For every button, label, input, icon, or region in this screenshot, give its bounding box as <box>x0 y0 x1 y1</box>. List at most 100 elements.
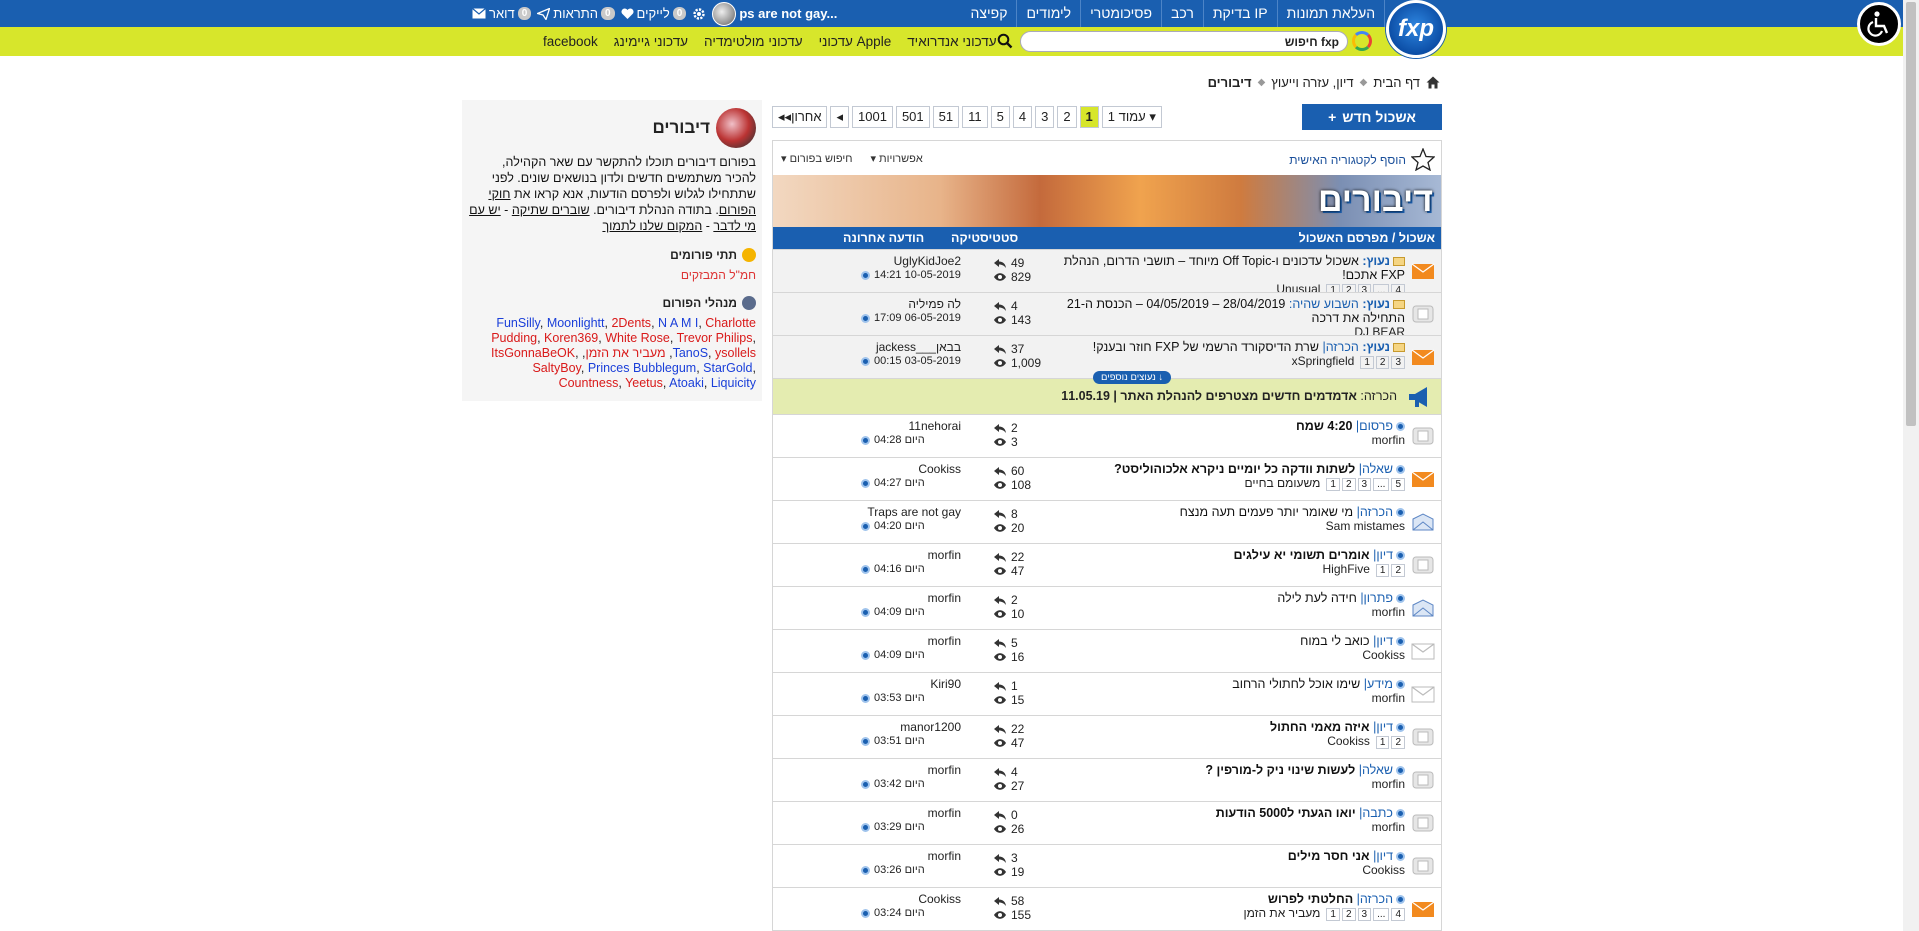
moderator-link[interactable]: Liquicity <box>711 376 756 390</box>
go-to-post-icon[interactable] <box>861 564 870 574</box>
pager-page[interactable]: 501 <box>895 106 930 128</box>
go-to-post-icon[interactable] <box>861 356 870 366</box>
thread-page-link[interactable]: 2 <box>1375 356 1390 369</box>
update-link[interactable]: עדכוני אנדרואיד <box>907 34 996 49</box>
pager-page[interactable]: 51 <box>932 106 960 128</box>
sticky-thread-row[interactable]: נעוץ: אשכול עדכונים ו-Off Topic מיוחד – … <box>773 249 1441 297</box>
support-place-link[interactable]: המקום שלנו לתמוך <box>602 219 702 233</box>
update-link[interactable]: עדכוני Apple <box>819 34 892 49</box>
thread-page-link[interactable]: ... <box>1373 478 1390 491</box>
thread-row[interactable]: כתבה| יואו הגעתי ל5000 הודעות morfin 0 26 mo… <box>773 801 1441 844</box>
moderator-link[interactable]: Trevor Philips <box>677 331 753 345</box>
announcement-title[interactable]: אדמדמים חדשים מצטרפים להנהלת האתר | 11.0… <box>1061 389 1357 403</box>
moderator-link[interactable]: 2Dents <box>611 316 651 330</box>
thread-title[interactable]: אני חסר מילים <box>1288 849 1370 863</box>
column-last-post[interactable]: הודעה אחרונה <box>843 231 924 245</box>
go-to-post-icon[interactable] <box>861 478 870 488</box>
go-to-post-icon[interactable] <box>861 908 870 918</box>
moderator-link[interactable]: Yeetus <box>625 376 663 390</box>
pager-page[interactable]: 3 <box>1035 106 1055 128</box>
thread-page-link[interactable]: 1 <box>1326 908 1340 921</box>
thread-author[interactable]: morfin <box>1372 605 1405 619</box>
nav-item[interactable]: העלאת תמונות <box>1276 0 1384 27</box>
thread-title[interactable]: 4:20 שמח <box>1296 419 1352 433</box>
options-dropdown[interactable]: ▾ אפשרויות <box>870 152 922 165</box>
thread-author[interactable]: HighFive <box>1323 562 1370 576</box>
thread-row[interactable]: דיון| כואב לי במוח Cookiss 5 16 morfin היום 0… <box>773 629 1441 672</box>
go-to-post-icon[interactable] <box>861 607 870 617</box>
moderator-link[interactable]: ItsGonnaBeOK <box>491 346 575 360</box>
thread-title[interactable]: יואו הגעתי ל5000 הודעות <box>1216 806 1356 820</box>
page-scrollbar[interactable] <box>1903 0 1919 931</box>
go-to-post-icon[interactable] <box>861 779 870 789</box>
update-link[interactable]: עדכוני מולטימדיה <box>704 34 803 49</box>
pager-page[interactable]: 2 <box>1057 106 1077 128</box>
thread-author[interactable]: Sam mistames <box>1326 519 1405 533</box>
thread-author[interactable]: Cookiss <box>1362 863 1405 877</box>
thread-page-link[interactable]: 1 <box>1375 736 1390 749</box>
thread-title[interactable]: החלטתי לפרוש <box>1268 892 1353 906</box>
home-icon[interactable] <box>1426 76 1440 89</box>
breaking-silence-link[interactable]: שוברים שתיקה <box>512 203 590 217</box>
thread-row[interactable]: דיון| איזה מאמי החתול 1 2 Cookiss 22 47 manor1… <box>773 715 1441 758</box>
column-thread[interactable]: אשכול / מפרסם האשכול <box>1299 231 1435 245</box>
thread-row[interactable]: פתרון| חידה לעת לילה morfin 2 10 morfin היום … <box>773 586 1441 629</box>
moderator-link[interactable]: TanoS <box>673 346 708 360</box>
pager-last[interactable]: ◂◂אחרון <box>772 106 828 128</box>
go-to-post-icon[interactable] <box>861 822 870 832</box>
moderator-link[interactable]: ysollels <box>715 346 756 360</box>
thread-title[interactable]: איזה מאמי החתול <box>1270 720 1370 734</box>
moderator-link[interactable]: FunSilly <box>496 316 540 330</box>
column-stats[interactable]: סטטיסטיקה <box>951 231 1018 245</box>
last-post-user[interactable]: Cookiss <box>861 462 961 476</box>
last-post-user[interactable]: Kiri90 <box>861 677 961 691</box>
pager-page[interactable]: 1 <box>1079 106 1099 128</box>
thread-title[interactable]: שימו אוכל לחתולי הרחוב <box>1232 677 1360 691</box>
last-post-user[interactable]: morfin <box>861 849 961 863</box>
last-post-user[interactable]: morfin <box>861 548 961 562</box>
thread-page-link[interactable]: 1 <box>1375 564 1390 577</box>
thread-page-link[interactable]: 2 <box>1391 736 1405 749</box>
moderator-link[interactable]: Atoaki <box>669 376 704 390</box>
last-post-user[interactable]: Traps are not gay <box>861 505 961 519</box>
accessibility-button[interactable] <box>1857 2 1901 46</box>
nav-item[interactable]: קפיצה <box>962 0 1017 27</box>
last-post-user[interactable]: morfin <box>861 806 961 820</box>
go-to-post-icon[interactable] <box>861 650 870 660</box>
nav-item[interactable]: בדיקת IP <box>1202 0 1277 27</box>
thread-title[interactable]: שרת הדיסקורד הרשמי של FXP חוזר ובענק! <box>1093 340 1319 354</box>
subforum-link[interactable]: חמ"ל המבזקים <box>468 268 756 282</box>
thread-row[interactable]: הכרזה| החלטתי לפרוש 1 2 3... 4 מעביר את הזמן 5… <box>773 887 1441 930</box>
nav-item[interactable]: פסיכומטרי <box>1080 0 1161 27</box>
alerts-button[interactable]: התראות 0 <box>537 6 615 21</box>
thread-row[interactable]: שאלה| לעשות שינוי ניק ל-מורפין ? morfin 4 2… <box>773 758 1441 801</box>
thread-page-link[interactable]: 2 <box>1341 908 1356 921</box>
thread-author[interactable]: xSpringfield <box>1292 354 1355 368</box>
moderator-link[interactable]: Moonlightt <box>547 316 605 330</box>
thread-page-link[interactable]: 4 <box>1391 908 1405 921</box>
site-logo[interactable]: fxp <box>1386 0 1446 58</box>
update-link[interactable]: facebook <box>543 34 598 49</box>
go-to-post-icon[interactable] <box>861 435 870 445</box>
thread-author[interactable]: Cookiss <box>1327 734 1370 748</box>
pager-page[interactable]: 1001 <box>852 106 893 128</box>
moderator-link[interactable]: Princes Bubblegum <box>588 361 696 375</box>
breadcrumb-home[interactable]: דף הבית <box>1373 75 1420 90</box>
add-to-favorites-button[interactable]: הוסף לקטגוריה האישית <box>1289 148 1435 171</box>
last-post-user[interactable]: 11nehorai <box>861 419 962 433</box>
moderator-link[interactable]: N A M I <box>658 316 698 330</box>
moderator-link[interactable]: SaltyBoy <box>532 361 580 375</box>
thread-author[interactable]: morfin <box>1372 691 1405 705</box>
moderator-link[interactable]: White Rose <box>605 331 670 345</box>
more-stickies-button[interactable]: ↓ נעוצים נוספים <box>1093 371 1172 384</box>
thread-title[interactable]: לשתות וודקה כל יומיים ניקרא אלכוהוליסט? <box>1114 462 1355 476</box>
user-profile[interactable]: ps are not gay... <box>712 1 837 26</box>
moderator-link[interactable]: StarGold <box>703 361 752 375</box>
breadcrumb-parent[interactable]: דיון, עזרה וייעוץ <box>1271 75 1353 90</box>
last-post-user[interactable]: jackess___בבאן <box>861 340 961 354</box>
thread-page-link[interactable]: 3 <box>1391 356 1405 369</box>
last-post-user[interactable]: Cookiss <box>861 892 961 906</box>
last-post-user[interactable]: morfin <box>861 591 961 605</box>
last-post-user[interactable]: UglyKidJoe2 <box>861 254 961 268</box>
thread-row[interactable]: דיון| אני חסר מילים Cookiss 3 19 morfin היום … <box>773 844 1441 887</box>
